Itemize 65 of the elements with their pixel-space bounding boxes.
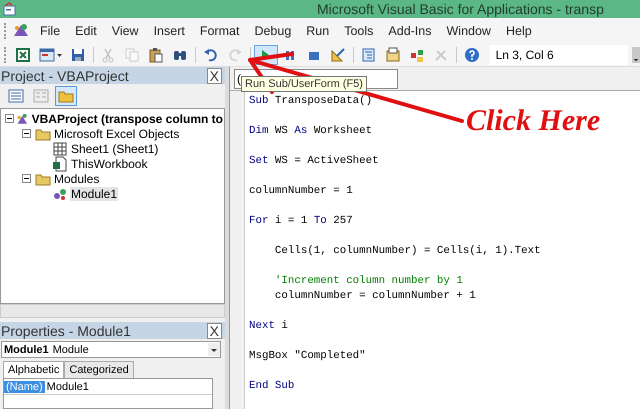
- code-line: End Sub: [249, 379, 296, 394]
- toolbar-options-icon: [632, 45, 640, 65]
- tree-item[interactable]: Module1: [70, 186, 118, 200]
- panel-title: Properties - Module1: [1, 322, 131, 338]
- ruler-triangle-icon: [330, 47, 346, 63]
- expand-toggle-icon[interactable]: [22, 174, 33, 183]
- code-line: Dim WS As Worksheet: [249, 124, 374, 139]
- close-button[interactable]: X: [206, 68, 222, 84]
- tree-item[interactable]: VBAProject (transpose column to: [30, 112, 224, 126]
- panel-title: Project - VBAProject: [1, 68, 129, 84]
- paste-icon: [148, 47, 164, 63]
- menu-item[interactable]: Debug: [247, 22, 298, 40]
- view-object-icon: [33, 88, 49, 104]
- code-line: columnNumber = 1: [249, 184, 354, 199]
- app-icon: [3, 2, 17, 16]
- view-code-icon: [8, 88, 24, 104]
- property-value[interactable]: Module1: [44, 380, 91, 392]
- menu-item[interactable]: Add-Ins: [381, 22, 438, 40]
- menu-item[interactable]: Run: [299, 22, 336, 40]
- properties-icon: [384, 47, 401, 63]
- workbook-icon: [52, 156, 68, 172]
- expand-toggle-icon[interactable]: [5, 114, 14, 123]
- menu-item[interactable]: Insert: [146, 22, 192, 40]
- cursor-position: Ln 3, Col 6: [490, 45, 628, 65]
- excel-icon: [14, 47, 31, 63]
- code-line: Cells(1, columnNumber) = Cells(i, 1).Text: [274, 244, 541, 259]
- menu-item[interactable]: Format: [192, 22, 246, 40]
- menu-item[interactable]: Edit: [68, 22, 104, 40]
- annotation-text: Click Here: [466, 104, 600, 138]
- tree-item[interactable]: ThisWorkbook: [70, 156, 148, 170]
- menu-item[interactable]: File: [33, 22, 68, 40]
- object-dropdown[interactable]: Module1 Module: [1, 341, 221, 358]
- tree-item[interactable]: Sheet1 (Sheet1): [70, 142, 160, 156]
- code-line: Sub TransposeData(): [249, 94, 374, 109]
- copy-icon: [124, 47, 140, 63]
- undo-icon: [203, 47, 220, 63]
- object-browser-icon: [408, 47, 425, 63]
- save-icon: [70, 47, 86, 63]
- properties-tab[interactable]: Categorized: [64, 361, 134, 378]
- menu-item[interactable]: Tools: [337, 22, 380, 40]
- code-line: Set WS = ActiveSheet: [249, 154, 380, 169]
- redo-icon: [227, 47, 244, 63]
- properties-tab[interactable]: Alphabetic: [3, 361, 64, 378]
- tree-item[interactable]: Modules: [53, 172, 100, 186]
- project-explorer-icon: [360, 47, 377, 63]
- caret-icon: [56, 54, 62, 56]
- folder-button[interactable]: [55, 86, 77, 106]
- cut-icon: [100, 47, 116, 63]
- horizontal-scrollbar[interactable]: [0, 304, 225, 318]
- code-line: Next i: [249, 319, 289, 334]
- window-title: Microsoft Visual Basic for Applications - transp: [317, 1, 604, 17]
- code-line: For i = 1 To 257: [249, 214, 354, 229]
- code-line: MsgBox "Completed": [249, 349, 367, 364]
- close-button[interactable]: X: [206, 322, 222, 338]
- menu-item[interactable]: Window: [440, 22, 498, 40]
- help-icon: [464, 47, 480, 63]
- expand-toggle-icon[interactable]: [22, 129, 33, 138]
- tree-item[interactable]: Microsoft Excel Objects: [53, 126, 180, 140]
- menu-item[interactable]: Help: [498, 22, 539, 40]
- worksheet-icon: [52, 140, 68, 156]
- form-window-icon: [38, 47, 55, 63]
- code-line: columnNumber = columnNumber + 1: [274, 289, 477, 304]
- menu-item[interactable]: View: [104, 22, 146, 40]
- code-line: 'Increment column number by 1: [274, 274, 464, 289]
- tooltip: Run Sub/UserForm (F5): [241, 76, 367, 92]
